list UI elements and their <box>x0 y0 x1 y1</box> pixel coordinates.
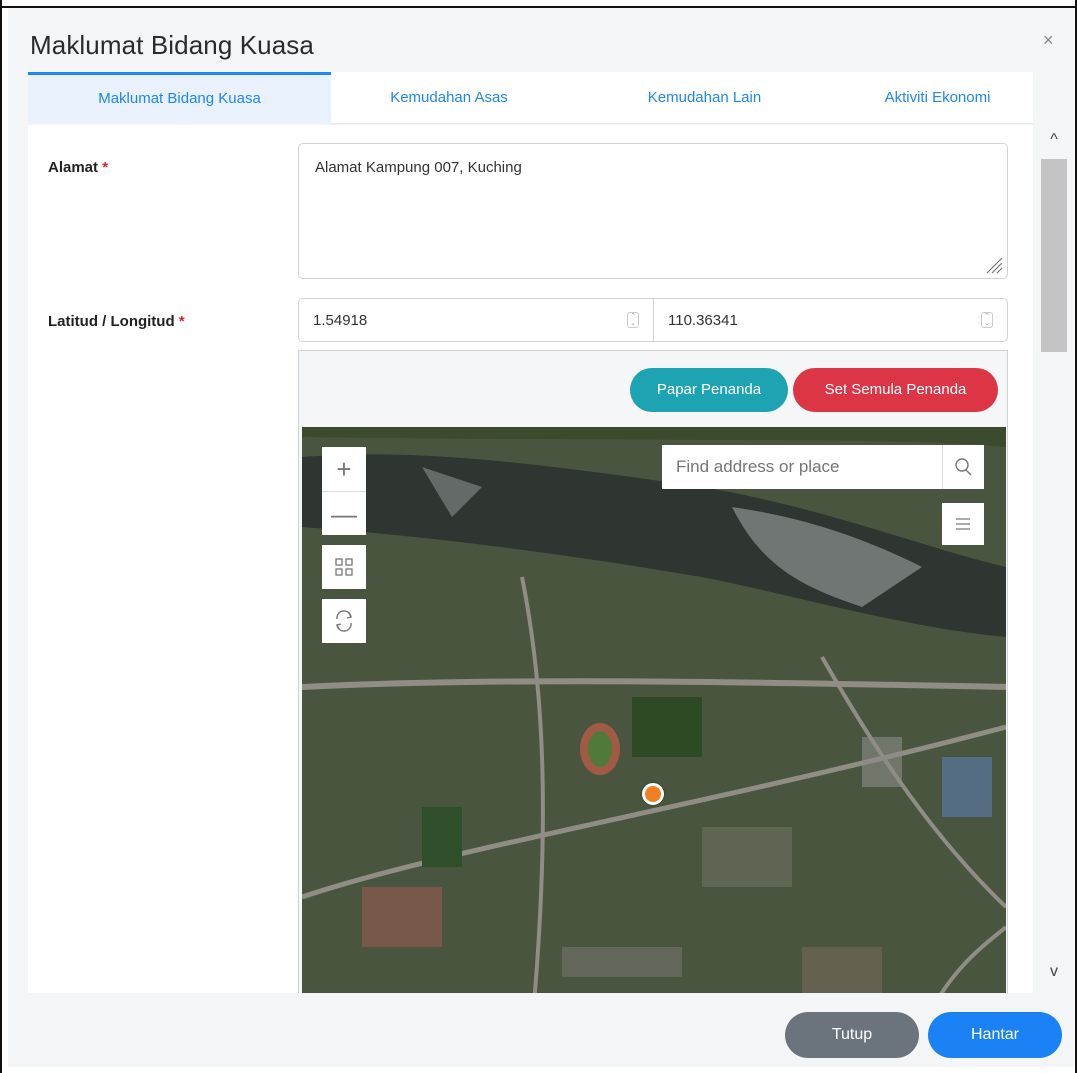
tab-aktiviti-ekonomi[interactable]: Aktiviti Ekonomi <box>842 72 1033 124</box>
coordinates-label-text: Latitud / Longitud <box>48 313 175 330</box>
satellite-map[interactable]: + — <box>302 427 1006 993</box>
map-search-input[interactable] <box>662 445 942 489</box>
scroll-down-icon[interactable]: v <box>1041 963 1067 987</box>
scrollbar-thumb[interactable] <box>1041 159 1067 352</box>
required-mark: * <box>178 313 185 330</box>
tab-content: Alamat * Alamat Kampung 007, Kuching Lat… <box>28 125 1033 993</box>
latitude-value: 1.54918 <box>313 312 368 329</box>
layers-icon[interactable] <box>942 503 984 545</box>
longitude-input[interactable]: 110.36341 ⌃ ⌄ <box>653 298 1008 342</box>
tab-maklumat-bidang-kuasa[interactable]: Maklumat Bidang Kuasa <box>28 72 331 124</box>
refresh-icon[interactable] <box>322 599 366 643</box>
resize-grip-icon[interactable] <box>981 252 1003 274</box>
location-marker-icon[interactable] <box>642 783 664 805</box>
scrollbar[interactable]: ^ v <box>1033 125 1067 993</box>
zoom-out-icon[interactable]: — <box>322 491 366 535</box>
zoom-in-icon[interactable]: + <box>322 447 366 491</box>
address-label: Alamat * <box>48 159 108 176</box>
scroll-up-icon[interactable]: ^ <box>1041 131 1067 155</box>
required-mark: * <box>102 159 109 176</box>
dialog-title: Maklumat Bidang Kuasa <box>30 30 314 60</box>
submit-button[interactable]: Hantar <box>928 1012 1062 1058</box>
satellite-imagery <box>302 427 1006 993</box>
show-marker-button[interactable]: Papar Penanda <box>630 368 788 412</box>
latitude-stepper-icon[interactable]: ⌃ ⌄ <box>627 312 639 328</box>
fullscreen-icon[interactable] <box>322 545 366 589</box>
close-icon[interactable]: × <box>1043 30 1054 51</box>
latitude-input[interactable]: 1.54918 ⌃ ⌄ <box>298 298 654 342</box>
map-search <box>662 445 984 489</box>
zoom-control: + — <box>322 447 366 535</box>
address-label-text: Alamat <box>48 159 99 176</box>
longitude-stepper-icon[interactable]: ⌃ ⌄ <box>981 312 993 328</box>
tab-kemudahan-lain[interactable]: Kemudahan Lain <box>567 72 842 124</box>
search-icon[interactable] <box>942 445 984 489</box>
map-panel: Papar Penanda Set Semula Penanda + — Fin… <box>298 350 1008 993</box>
tab-bar: Maklumat Bidang Kuasa Kemudahan Asas Kem… <box>28 72 1033 124</box>
reset-marker-button[interactable]: Set Semula Penanda <box>793 368 998 412</box>
close-button[interactable]: Tutup <box>785 1012 919 1058</box>
coordinates-label: Latitud / Longitud * <box>48 313 185 330</box>
address-value: Alamat Kampung 007, Kuching <box>315 159 522 176</box>
tab-kemudahan-asas[interactable]: Kemudahan Asas <box>331 72 567 124</box>
longitude-value: 110.36341 <box>668 312 738 329</box>
address-textarea[interactable]: Alamat Kampung 007, Kuching <box>298 143 1008 279</box>
